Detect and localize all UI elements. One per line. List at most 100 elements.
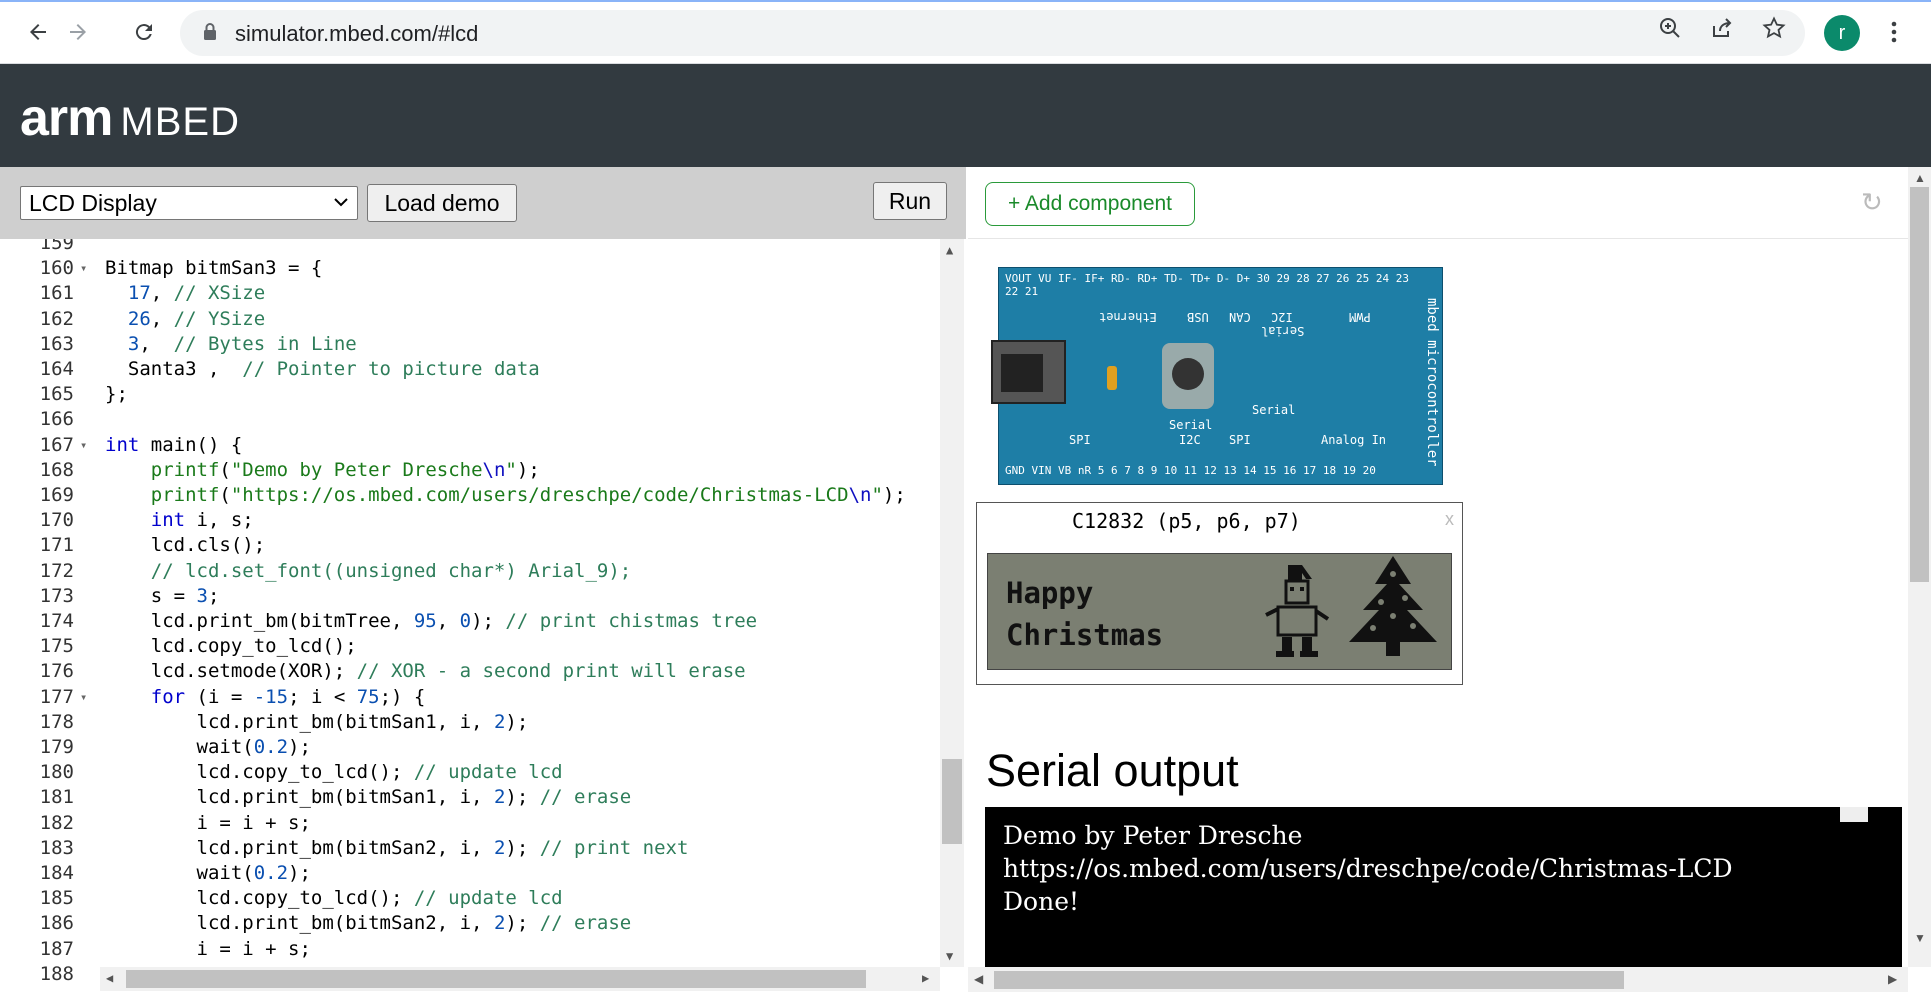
scroll-right-icon[interactable]: ▶ <box>1888 972 1897 986</box>
scroll-left-icon[interactable]: ◀ <box>106 971 113 985</box>
code-line[interactable]: 185 lcd.copy_to_lcd(); // update lcd <box>0 886 940 911</box>
label-spi-left: SPI <box>1069 433 1091 447</box>
code-line[interactable]: 187 i = i + s; <box>0 937 940 962</box>
refresh-icon[interactable]: ↻ <box>1861 187 1883 218</box>
code-text: 3, // Bytes in Line <box>127 332 357 355</box>
browser-menu-icon[interactable] <box>1880 14 1908 50</box>
line-number: 179 <box>39 736 74 758</box>
code-text: Bitmap bitmSan3 = { <box>105 257 323 280</box>
resize-handle[interactable] <box>1840 807 1868 822</box>
reset-button[interactable] <box>1162 343 1214 409</box>
code-line[interactable]: 165}; <box>0 382 940 407</box>
code-line[interactable]: 171 lcd.cls(); <box>0 533 940 558</box>
code-line[interactable]: 176 lcd.setmode(XOR); // XOR - a second … <box>0 659 940 684</box>
code-line[interactable]: 179 wait(0.2); <box>0 735 940 760</box>
address-bar[interactable]: simulator.mbed.com/#lcd <box>180 10 1805 56</box>
code-line[interactable]: 168 printf("Demo by Peter Dresche\n"); <box>0 458 940 483</box>
label-can: CAN <box>1229 310 1251 324</box>
code-text: int i, s; <box>150 509 254 532</box>
forward-button[interactable] <box>60 14 96 50</box>
bookmark-star-icon[interactable] <box>1760 14 1788 42</box>
code-line[interactable]: 159 <box>0 239 940 256</box>
code-line[interactable]: 184 wait(0.2); <box>0 861 940 886</box>
scroll-thumb[interactable] <box>126 970 866 988</box>
code-text: lcd.copy_to_lcd(); // update lcd <box>105 887 563 910</box>
code-text: lcd.print_bm(bitmTree, 95, 0); // print … <box>105 610 758 632</box>
fold-toggle-icon[interactable]: ▾ <box>80 256 87 281</box>
code-line[interactable]: 174 lcd.print_bm(bitmTree, 95, 0); // pr… <box>0 609 940 634</box>
run-button[interactable]: Run <box>873 182 947 220</box>
label-serial-mid: Serial <box>1252 403 1296 417</box>
line-number: 177 <box>39 685 74 708</box>
code-line[interactable]: 166 <box>0 407 940 432</box>
editor-toolbar: LCD Display Load demo Run <box>0 167 966 239</box>
reload-button[interactable] <box>126 14 162 50</box>
editor-horizontal-scrollbar[interactable]: ◀ ▶ <box>100 967 940 991</box>
scroll-down-icon[interactable]: ▼ <box>1914 931 1926 945</box>
code-line[interactable]: 169 printf("https://os.mbed.com/users/dr… <box>0 483 940 508</box>
editor-panel: LCD Display Load demo Run 159 160 ▾ Bitmap … <box>0 167 966 992</box>
demo-select-value: LCD Display <box>29 190 157 216</box>
scroll-left-icon[interactable]: ◀ <box>974 972 983 986</box>
line-number: 172 <box>39 559 74 582</box>
profile-avatar[interactable]: r <box>1824 15 1860 51</box>
reload-icon <box>135 24 152 41</box>
code-line[interactable]: 173 s = 3; <box>0 584 940 609</box>
url-text: simulator.mbed.com/#lcd <box>235 21 479 46</box>
code-line[interactable]: 180 lcd.copy_to_lcd(); // update lcd <box>0 760 940 785</box>
line-number: 188 <box>39 962 74 985</box>
lcd-line-1: Happy <box>1006 576 1094 610</box>
scroll-thumb[interactable] <box>942 759 962 844</box>
zoom-icon[interactable] <box>1656 14 1684 42</box>
code-text: lcd.copy_to_lcd(); // update lcd <box>105 761 563 784</box>
code-text: Santa3 , // Pointer to picture data <box>105 358 540 380</box>
line-number: 173 <box>39 584 74 607</box>
back-button[interactable] <box>20 14 56 50</box>
code-line[interactable]: 172 // lcd.set_font((unsigned char*) Ari… <box>0 559 940 584</box>
close-icon[interactable]: x <box>1445 509 1454 530</box>
code-line[interactable]: 177 ▾ for (i = -15; i < 75;) { <box>0 685 940 710</box>
code-line[interactable]: 162 26, // YSize <box>0 307 940 332</box>
panel-horizontal-scrollbar[interactable]: ◀ ▶ <box>968 967 1908 992</box>
add-component-button[interactable]: + Add component <box>985 182 1195 226</box>
label-serial-low: Serial <box>1169 418 1213 432</box>
scroll-right-icon[interactable]: ▶ <box>922 971 929 985</box>
serial-output-heading: Serial output <box>986 745 1239 796</box>
scroll-thumb[interactable] <box>1910 187 1929 582</box>
code-text: lcd.copy_to_lcd(); <box>105 635 357 658</box>
scroll-thumb[interactable] <box>994 971 1624 989</box>
scroll-down-icon[interactable]: ▼ <box>946 949 953 963</box>
line-number: 170 <box>39 509 74 532</box>
editor-vertical-scrollbar[interactable]: ▲ ▼ <box>940 239 964 967</box>
code-line[interactable]: 186 lcd.print_bm(bitmSan2, i, 2); // era… <box>0 911 940 936</box>
code-line[interactable]: 181 lcd.print_bm(bitmSan1, i, 2); // era… <box>0 785 940 810</box>
code-line[interactable]: 160 ▾ Bitmap bitmSan3 = { <box>0 256 940 281</box>
code-line[interactable]: 178 lcd.print_bm(bitmSan1, i, 2); <box>0 710 940 735</box>
bottom-pin-labels: GND VIN VB nR 5 6 7 8 9 10 11 12 13 14 1… <box>1005 464 1376 477</box>
code-line[interactable]: 183 lcd.print_bm(bitmSan2, i, 2); // pri… <box>0 836 940 861</box>
share-icon[interactable] <box>1708 14 1736 42</box>
fold-toggle-icon[interactable]: ▾ <box>80 433 87 458</box>
code-line[interactable]: 164 Santa3 , // Pointer to picture data <box>0 357 940 382</box>
panel-vertical-scrollbar[interactable]: ▲ ▼ <box>1908 167 1931 967</box>
fold-toggle-icon[interactable]: ▾ <box>80 685 87 710</box>
load-demo-button[interactable]: Load demo <box>367 184 517 222</box>
label-spi-right: SPI <box>1229 433 1251 447</box>
label-usb: USB <box>1187 310 1209 324</box>
code-editor[interactable]: 159 160 ▾ Bitmap bitmSan3 = {161 17, // XSi… <box>0 239 966 992</box>
top-pin-labels: VOUT VU IF- IF+ RD- RD+ TD- TD+ D- D+ 30… <box>1005 272 1409 298</box>
code-text: lcd.setmode(XOR); // XOR - a second prin… <box>105 660 746 683</box>
arm-mbed-logo[interactable]: arm MBED <box>20 88 240 148</box>
demo-select[interactable]: LCD Display <box>20 186 358 220</box>
code-text: for (i = -15; i < 75;) { <box>150 685 426 708</box>
browser-toolbar: simulator.mbed.com/#lcd r <box>0 0 1931 64</box>
label-analog-in: Analog In <box>1321 433 1387 447</box>
code-line[interactable]: 182 i = i + s; <box>0 811 940 836</box>
code-line[interactable]: 161 17, // XSize <box>0 281 940 306</box>
code-line[interactable]: 175 lcd.copy_to_lcd(); <box>0 634 940 659</box>
code-line[interactable]: 163 3, // Bytes in Line <box>0 332 940 357</box>
scroll-up-icon[interactable]: ▲ <box>1914 171 1926 185</box>
scroll-up-icon[interactable]: ▲ <box>946 243 953 257</box>
code-line[interactable]: 167 ▾ int main() { <box>0 433 940 458</box>
code-line[interactable]: 170 int i, s; <box>0 508 940 533</box>
